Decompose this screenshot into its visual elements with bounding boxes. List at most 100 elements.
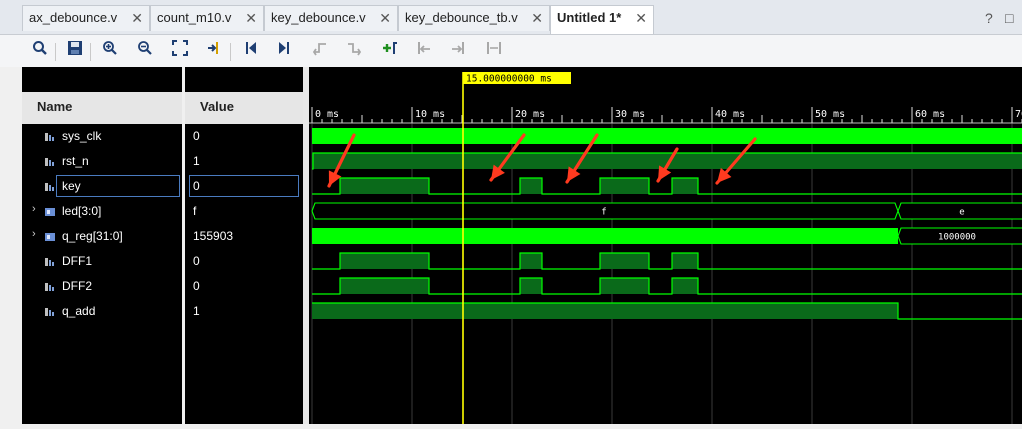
next-marker-icon[interactable] [447, 40, 469, 62]
signal-value: 0 [193, 179, 200, 193]
tab-label: Untitled 1* [557, 10, 622, 25]
high-pulse-fill [520, 278, 542, 294]
zoom-fit-icon[interactable] [169, 40, 191, 62]
clock-band [312, 128, 1022, 144]
expand-icon[interactable]: › [32, 203, 36, 215]
help-icon[interactable]: ? [985, 10, 993, 26]
bus-signal-icon [45, 231, 55, 241]
ruler-tick-label: 20 ms [515, 109, 545, 120]
toolbar-separator [230, 43, 231, 61]
counter-activity-band [312, 228, 898, 244]
signal-row-dff2[interactable]: DFF2 0 [22, 274, 303, 299]
signal-name: DFF2 [62, 279, 92, 293]
name-column-header[interactable]: Name [22, 92, 182, 124]
bus-value-label: e [959, 208, 964, 218]
save-icon[interactable] [64, 40, 86, 62]
high-pulse-fill [600, 278, 649, 294]
tab-untitled-1[interactable]: Untitled 1* ✕ [550, 5, 654, 34]
signal-row-q_add[interactable]: q_add 1 [22, 299, 303, 324]
high-pulse-fill [600, 253, 649, 269]
ruler-tick-label: 70 [1015, 109, 1022, 120]
signal-value: 0 [193, 279, 200, 293]
tab-label: key_debounce.v [271, 10, 366, 25]
bit-signal-icon [45, 181, 55, 191]
high-pulse-fill [672, 253, 698, 269]
ruler-tick-label: 0 ms [315, 109, 339, 120]
bit-signal-icon [45, 156, 55, 166]
signal-name-panel: Name Value sys_clk 0 rst_n 1 key 0 › led[3:0] f ›… [22, 67, 303, 424]
ruler-tick-label: 30 ms [615, 109, 645, 120]
tab-ax-debounce[interactable]: ax_debounce.v ✕ [22, 5, 150, 31]
high-pulse-fill [600, 178, 649, 194]
ruler-tick-label: 40 ms [715, 109, 745, 120]
editor-tab-bar: ax_debounce.v ✕ count_m10.v ✕ key_deboun… [0, 0, 1022, 35]
signal-row-dff1[interactable]: DFF1 0 [22, 249, 303, 274]
waveform-toolbar [0, 35, 1022, 67]
goto-end-icon[interactable] [273, 40, 295, 62]
expand-icon[interactable]: › [32, 228, 36, 240]
goto-cursor-icon[interactable] [203, 40, 225, 62]
high-pulse-fill [520, 178, 542, 194]
ruler-tick-label: 50 ms [815, 109, 845, 120]
waveform-view[interactable]: 0 ms 10 ms 20 ms 30 ms 40 ms 50 ms 60 ms 70 f e 10… [309, 67, 1022, 424]
tab-key-debounce-tb[interactable]: key_debounce_tb.v ✕ [398, 5, 550, 31]
search-icon[interactable] [29, 40, 51, 62]
zoom-out-icon[interactable] [134, 40, 156, 62]
tab-label: key_debounce_tb.v [405, 10, 518, 25]
add-marker-icon[interactable] [379, 40, 401, 62]
tab-label: ax_debounce.v [29, 10, 118, 25]
close-icon[interactable]: ✕ [379, 6, 391, 30]
goto-start-icon[interactable] [240, 40, 262, 62]
signal-value: 0 [193, 129, 200, 143]
signal-name: sys_clk [62, 129, 102, 143]
signal-name: led[3:0] [62, 204, 102, 218]
signal-value: 0 [193, 254, 200, 268]
tab-key-debounce[interactable]: key_debounce.v ✕ [264, 5, 398, 31]
ruler-tick-label: 60 ms [915, 109, 945, 120]
high-pulse-fill [312, 303, 898, 319]
close-icon[interactable]: ✕ [245, 6, 257, 30]
signal-row-led30[interactable]: › led[3:0] f [22, 199, 303, 224]
previous-marker-icon[interactable] [413, 40, 435, 62]
signal-row-rst_n[interactable]: rst_n 1 [22, 149, 303, 174]
tab-label: count_m10.v [157, 10, 232, 25]
signal-name: q_reg[31:0] [62, 229, 123, 243]
restore-icon[interactable]: □ [1005, 10, 1013, 26]
signal-name: rst_n [62, 154, 89, 168]
high-pulse-fill [340, 178, 429, 194]
previous-transition-icon[interactable] [309, 40, 331, 62]
swap-cursors-icon[interactable] [483, 40, 505, 62]
toolbar-separator [55, 43, 56, 61]
close-icon[interactable]: ✕ [531, 6, 543, 30]
high-pulse-fill [672, 178, 698, 194]
high-pulse-fill [672, 278, 698, 294]
signal-row-key[interactable]: key 0 [22, 174, 303, 199]
value-column-header[interactable]: Value [185, 92, 303, 124]
bus-value-label: 1000000 [938, 233, 976, 243]
close-icon[interactable]: ✕ [635, 6, 647, 30]
signal-value: 1 [193, 304, 200, 318]
left-gutter [0, 67, 22, 424]
signal-name: DFF1 [62, 254, 92, 268]
high-pulse-fill [340, 278, 429, 294]
selected-value-box [189, 175, 299, 197]
bus-signal-icon [45, 206, 55, 216]
next-transition-icon[interactable] [343, 40, 365, 62]
high-pulse-fill [520, 253, 542, 269]
signal-row-sys_clk[interactable]: sys_clk 0 [22, 124, 303, 149]
tab-count-m10[interactable]: count_m10.v ✕ [150, 5, 264, 31]
bit-signal-icon [45, 306, 55, 316]
signal-row-q_reg310[interactable]: › q_reg[31:0] 155903 [22, 224, 303, 249]
ruler-tick-label: 10 ms [415, 109, 445, 120]
bit-signal-icon [45, 256, 55, 266]
zoom-in-icon[interactable] [99, 40, 121, 62]
high-pulse-fill [340, 253, 429, 269]
close-icon[interactable]: ✕ [131, 6, 143, 30]
bus-value-label: f [601, 208, 606, 218]
signal-value: 155903 [193, 229, 234, 243]
bit-signal-icon [45, 281, 55, 291]
signal-name: q_add [62, 304, 96, 318]
signal-name: key [62, 179, 81, 193]
cursor-time-label: 15.000000000 ms [466, 74, 552, 85]
toolbar-separator [90, 43, 91, 61]
